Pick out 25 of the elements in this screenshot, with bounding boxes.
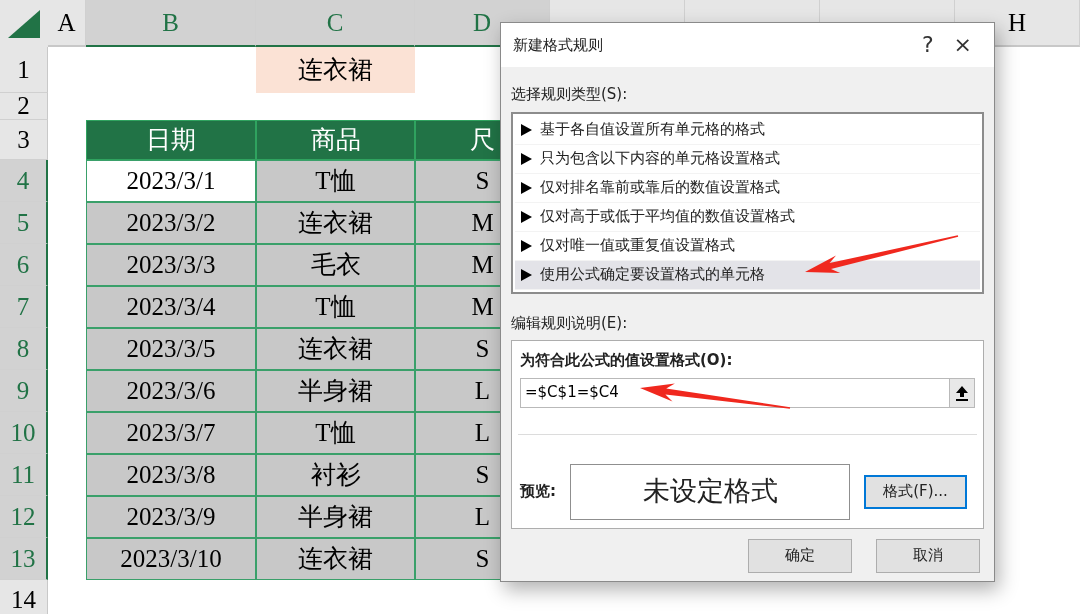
table-cell: 连衣裙 [256,202,415,244]
table-cell: T恤 [256,160,415,202]
table-cell: 2023/3/3 [86,244,256,286]
table-cell: 2023/3/10 [86,538,256,580]
table-cell: 连衣裙 [256,328,415,370]
column-heading: 商品 [256,120,415,160]
table-cell: 2023/3/8 [86,454,256,496]
table-cell: 2023/3/6 [86,370,256,412]
table-cell: T恤 [256,286,415,328]
table-cell: 2023/3/5 [86,328,256,370]
table-cell: 连衣裙 [256,538,415,580]
table-cell: 2023/3/9 [86,496,256,538]
table-cell: 半身裙 [256,496,415,538]
table-cell: 2023/3/7 [86,412,256,454]
table-cell: 2023/3/4 [86,286,256,328]
table-cell: 毛衣 [256,244,415,286]
table-cell: 2023/3/1 [86,160,256,202]
table-cell: 2023/3/2 [86,202,256,244]
section-label: 选择规则类型(S): [511,84,629,105]
table-cell: 半身裙 [256,370,415,412]
table-cell: T恤 [256,412,415,454]
table-cell: 连衣裙 [256,47,415,93]
table-cell: 衬衫 [256,454,415,496]
format-preview: 未设定格式 [570,463,850,520]
column-heading: 日期 [86,120,256,160]
